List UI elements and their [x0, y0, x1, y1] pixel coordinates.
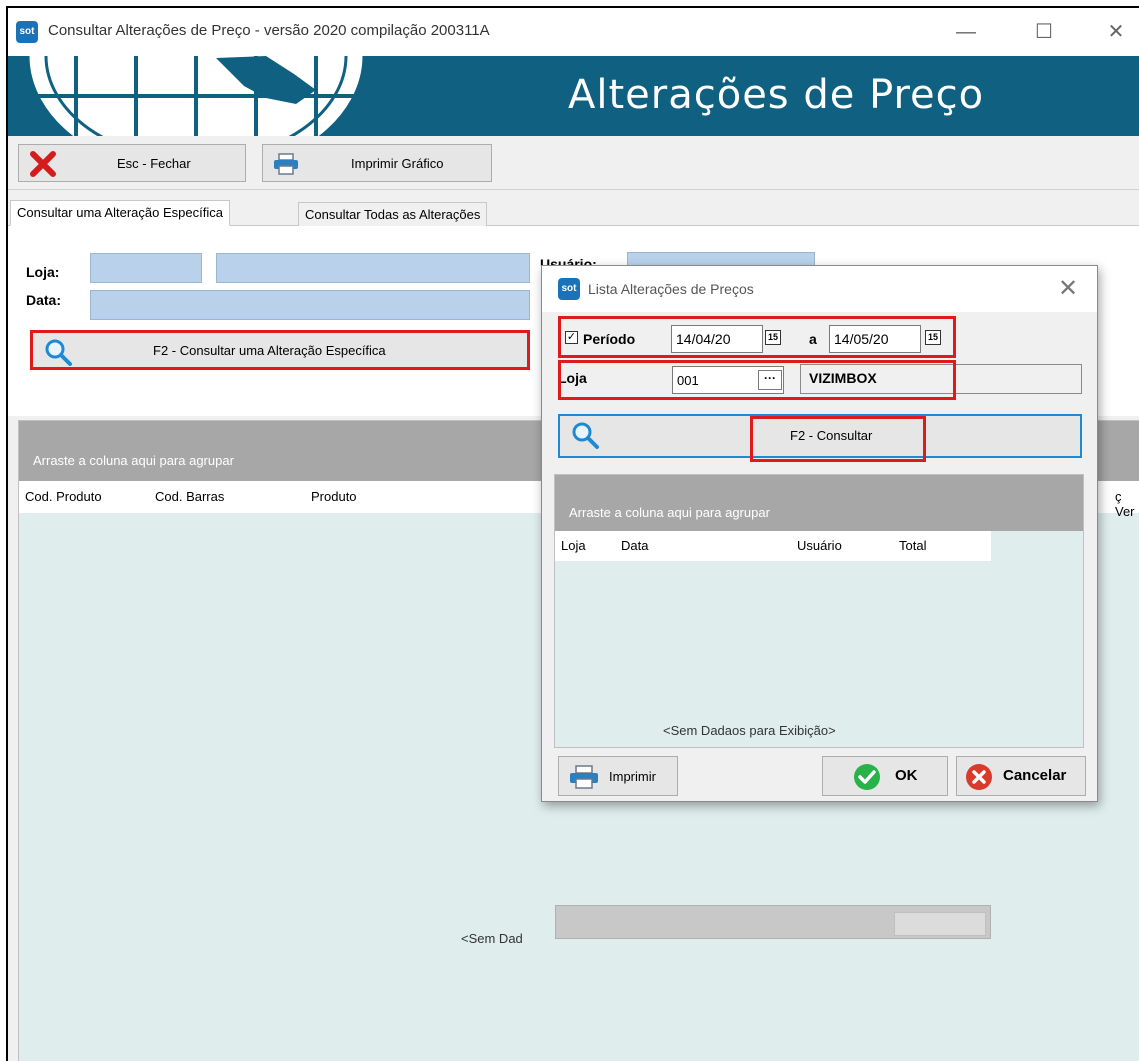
close-x-icon [30, 151, 56, 177]
printer-icon [274, 153, 298, 175]
dialog-title-bar: sot Lista Alterações de Preços ✕ [542, 266, 1097, 312]
window-title: Consultar Alterações de Preço - versão 2… [48, 22, 490, 39]
column-header[interactable]: Usuário [797, 538, 842, 553]
tab-all-changes[interactable]: Consultar Todas as Alterações [298, 202, 488, 228]
period-checkbox[interactable]: ✓ [565, 331, 578, 344]
period-filter: ✓ Período 14/04/20 15 a 14/05/20 15 [558, 316, 956, 358]
calendar-icon[interactable]: 15 [925, 330, 941, 345]
tab-strip: Consultar uma Alteração Específica Consu… [8, 198, 1139, 228]
app-icon: sot [16, 21, 38, 43]
header-banner: Alterações de Preço [8, 56, 1139, 136]
ok-button[interactable]: OK [822, 756, 948, 796]
ok-label: OK [895, 767, 918, 784]
dialog-store-name-field: VIZIMBOX [800, 364, 1082, 394]
window-close-button[interactable]: ✕ [1096, 16, 1136, 48]
cancel-button[interactable]: Cancelar [956, 756, 1086, 796]
dialog-close-button[interactable]: ✕ [1058, 274, 1078, 303]
dialog-app-icon: sot [558, 278, 580, 300]
store-name-field[interactable] [216, 253, 530, 283]
tab-specific-change[interactable]: Consultar uma Alteração Específica [10, 200, 230, 226]
minimize-button[interactable]: — [946, 16, 986, 48]
store-code-field[interactable] [90, 253, 202, 283]
search-icon [45, 339, 72, 366]
close-button-label: Esc - Fechar [117, 156, 191, 171]
period-label: Período [583, 331, 636, 347]
title-bar: sot Consultar Alterações de Preço - vers… [8, 8, 1139, 56]
dialog-group-hint: Arraste a coluna aqui para agrupar [569, 505, 770, 520]
banner-title: Alterações de Preço [568, 72, 985, 118]
consult-button[interactable]: F2 - Consultar [558, 414, 1082, 458]
printer-icon [570, 765, 598, 789]
empty-message: <Sem Dad [461, 931, 523, 946]
column-header[interactable]: Cod. Barras [155, 489, 224, 504]
print-chart-button[interactable]: Imprimir Gráfico [262, 144, 492, 182]
dialog-group-by-area[interactable]: Arraste a coluna aqui para agrupar [555, 475, 1083, 531]
price-changes-dialog: sot Lista Alterações de Preços ✕ ✓ Perío… [541, 265, 1098, 939]
consult-specific-label: F2 - Consultar uma Alteração Específica [153, 343, 386, 358]
scrollbar-thumb[interactable] [894, 912, 986, 936]
close-button[interactable]: Esc - Fechar [18, 144, 246, 182]
dialog-data-grid: Arraste a coluna aqui para agrupar Loja … [554, 474, 1084, 939]
globe-logo-icon [26, 56, 366, 136]
dialog-store-label: Loja [558, 370, 587, 386]
consult-button-label: F2 - Consultar [790, 428, 873, 443]
calendar-icon[interactable]: 15 [765, 330, 781, 345]
toolbar: Esc - Fechar Imprimir Gráfico [8, 136, 1139, 190]
date-from-field[interactable]: 14/04/20 [671, 325, 763, 353]
column-header[interactable]: Cod. Produto [25, 489, 102, 504]
maximize-button[interactable]: ☐ [1024, 16, 1064, 48]
cancel-label: Cancelar [1003, 767, 1067, 784]
column-header[interactable]: ç Ver [1115, 489, 1139, 519]
store-lookup-button[interactable]: ··· [758, 370, 782, 390]
group-hint: Arraste a coluna aqui para agrupar [33, 453, 234, 468]
dialog-empty-message: <Sem Dadaos para Exibição> [663, 723, 836, 738]
consult-specific-button[interactable]: F2 - Consultar uma Alteração Específica [30, 330, 530, 370]
print-chart-label: Imprimir Gráfico [351, 156, 444, 171]
dialog-title: Lista Alterações de Preços [588, 281, 754, 297]
date-label: Data: [26, 292, 62, 308]
cancel-circle-icon [966, 764, 992, 790]
column-header[interactable]: Data [621, 538, 648, 553]
store-label: Loja: [26, 264, 60, 280]
horizontal-scrollbar[interactable] [555, 905, 991, 939]
print-button[interactable]: Imprimir [558, 756, 678, 796]
search-icon [572, 422, 599, 449]
column-header[interactable]: Loja [561, 538, 586, 553]
column-header[interactable]: Produto [311, 489, 357, 504]
date-separator: a [809, 331, 817, 347]
column-header[interactable]: Total [899, 538, 926, 553]
dialog-column-header-row: Loja Data Usuário Total [555, 531, 991, 561]
check-circle-icon [854, 764, 880, 790]
date-to-field[interactable]: 14/05/20 [829, 325, 921, 353]
print-label: Imprimir [609, 769, 656, 784]
date-field[interactable] [90, 290, 530, 320]
